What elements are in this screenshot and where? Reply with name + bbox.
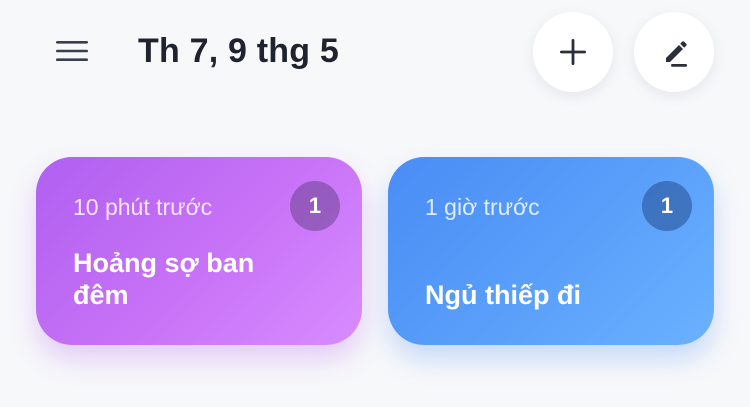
pencil-icon bbox=[666, 41, 687, 67]
entry-card-night-panic[interactable]: 10 phút trước 1 Hoảng sợ ban đêm bbox=[36, 157, 362, 345]
card-title: Ngủ thiếp đi bbox=[425, 280, 581, 310]
menu-button[interactable] bbox=[42, 28, 102, 74]
card-time-ago: 10 phút trước bbox=[73, 194, 213, 220]
card-time-ago: 1 giờ trước bbox=[425, 194, 540, 220]
top-bar: Th 7, 9 thg 5 bbox=[0, 0, 750, 110]
card-count-badge: 1 bbox=[642, 181, 692, 231]
edit-button[interactable] bbox=[634, 12, 714, 92]
card-count-badge: 1 bbox=[290, 181, 340, 231]
hamburger-menu-icon bbox=[56, 41, 88, 61]
entry-card-fell-asleep[interactable]: 1 giờ trước 1 Ngủ thiếp đi bbox=[388, 157, 714, 345]
card-title: Hoảng sợ ban đêm bbox=[73, 248, 255, 310]
add-button[interactable] bbox=[533, 12, 613, 92]
page-title: Th 7, 9 thg 5 bbox=[138, 32, 339, 70]
plus-icon bbox=[560, 39, 586, 65]
